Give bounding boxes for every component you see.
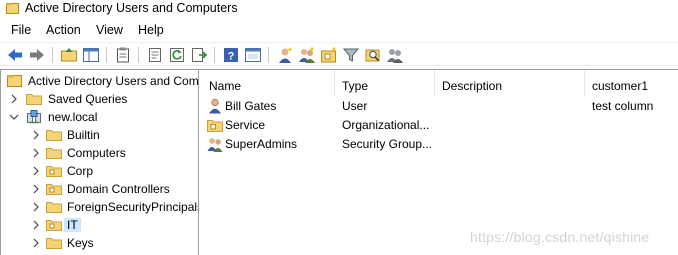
chevron-right-icon[interactable] bbox=[9, 93, 19, 105]
cell-type: Security Group... bbox=[342, 137, 432, 151]
ou-icon bbox=[46, 184, 62, 195]
menu-action[interactable]: Action bbox=[46, 23, 81, 37]
tree-root-label: Active Directory Users and Com bbox=[28, 74, 199, 88]
chevron-right-icon[interactable] bbox=[31, 183, 41, 195]
chevron-right-icon[interactable] bbox=[31, 219, 41, 231]
cell-name: SuperAdmins bbox=[225, 137, 298, 151]
forward-icon[interactable] bbox=[28, 46, 46, 64]
chevron-right-icon[interactable] bbox=[31, 129, 41, 141]
column-header-name[interactable]: Name bbox=[201, 70, 334, 97]
column-header-type[interactable]: Type bbox=[334, 70, 434, 97]
ou-icon bbox=[46, 166, 62, 177]
svg-text:?: ? bbox=[228, 51, 235, 63]
domain-icon bbox=[27, 110, 41, 124]
tree-item-label: Builtin bbox=[67, 128, 100, 142]
new-ou-icon[interactable] bbox=[320, 46, 338, 64]
tree-item-label: Keys bbox=[67, 236, 94, 250]
tree-item-label: new.local bbox=[48, 110, 98, 124]
folder-icon bbox=[46, 238, 62, 249]
chevron-down-icon[interactable] bbox=[9, 111, 19, 123]
tree-item-label: Corp bbox=[67, 164, 94, 178]
column-header-description[interactable]: Description bbox=[434, 70, 584, 97]
tree-item-label: ForeignSecurityPrincipals bbox=[67, 200, 199, 214]
toolbar-separator bbox=[214, 47, 215, 63]
folder-icon bbox=[46, 130, 62, 141]
refresh-icon[interactable] bbox=[168, 46, 186, 64]
export-list-icon[interactable] bbox=[190, 46, 208, 64]
folder-icon bbox=[46, 202, 62, 213]
cell-type: User bbox=[342, 99, 368, 113]
back-icon[interactable] bbox=[6, 46, 24, 64]
folder-icon bbox=[46, 148, 62, 159]
menu-file[interactable]: File bbox=[11, 23, 31, 37]
ou-icon bbox=[46, 220, 62, 231]
tree-item-label: IT bbox=[64, 218, 81, 232]
ad-app-icon bbox=[6, 3, 19, 14]
chevron-right-icon[interactable] bbox=[31, 201, 41, 213]
column-header-label: customer1 bbox=[592, 79, 649, 93]
filter-icon[interactable] bbox=[342, 46, 360, 64]
chevron-right-icon[interactable] bbox=[31, 237, 41, 249]
chevron-right-icon[interactable] bbox=[31, 165, 41, 177]
new-group-icon[interactable] bbox=[298, 46, 316, 64]
window-title: Active Directory Users and Computers bbox=[25, 1, 238, 15]
console-tree: Active Directory Users and Com Saved Que… bbox=[0, 70, 199, 255]
tree-item-label: Saved Queries bbox=[48, 92, 128, 106]
cell-name: Bill Gates bbox=[225, 99, 277, 113]
list-row-bill-gates[interactable]: Bill Gates User test column bbox=[201, 97, 678, 116]
ou-icon bbox=[207, 120, 223, 132]
toolbar-separator bbox=[268, 47, 269, 63]
menu-help[interactable]: Help bbox=[138, 23, 164, 37]
title-bar: Active Directory Users and Computers bbox=[0, 0, 678, 18]
toolbar-separator bbox=[106, 47, 107, 63]
watermark-text: https://blog.csdn.net/qishine bbox=[470, 229, 650, 245]
clipboard-icon[interactable] bbox=[114, 46, 132, 64]
cell-name: Service bbox=[225, 118, 266, 132]
cell-type: Organizational... bbox=[342, 118, 430, 132]
menu-bar: File Action View Help bbox=[0, 20, 678, 40]
toolbar: ? bbox=[0, 42, 678, 66]
column-header-label: Type bbox=[342, 79, 369, 93]
column-header-customer1[interactable]: customer1 bbox=[584, 70, 678, 97]
show-hide-console-tree-icon[interactable] bbox=[82, 46, 100, 64]
list-row-service[interactable]: Service Organizational... bbox=[201, 116, 678, 135]
user-icon bbox=[209, 98, 221, 114]
help-icon[interactable]: ? bbox=[222, 46, 240, 64]
add-to-group-icon[interactable] bbox=[386, 46, 404, 64]
group-icon bbox=[207, 138, 223, 152]
new-user-icon[interactable] bbox=[276, 46, 294, 64]
folder-icon bbox=[26, 94, 42, 105]
chevron-right-icon[interactable] bbox=[31, 147, 41, 159]
console-icon[interactable] bbox=[244, 46, 262, 64]
properties-icon[interactable] bbox=[146, 46, 164, 64]
ad-root-icon bbox=[7, 75, 22, 87]
up-folder-icon[interactable] bbox=[60, 46, 78, 64]
tree-item-label: Computers bbox=[67, 146, 126, 160]
tree-item-label: Domain Controllers bbox=[67, 182, 170, 196]
column-header-label: Description bbox=[442, 79, 503, 93]
list-row-superadmins[interactable]: SuperAdmins Security Group... bbox=[201, 135, 678, 154]
toolbar-separator bbox=[52, 47, 53, 63]
menu-view[interactable]: View bbox=[96, 23, 123, 37]
details-list: Name Type Description customer1 Bill Gat… bbox=[201, 70, 678, 255]
cell-customer1: test column bbox=[592, 99, 654, 113]
toolbar-separator bbox=[138, 47, 139, 63]
find-icon[interactable] bbox=[364, 46, 382, 64]
column-header-label: Name bbox=[209, 79, 242, 93]
